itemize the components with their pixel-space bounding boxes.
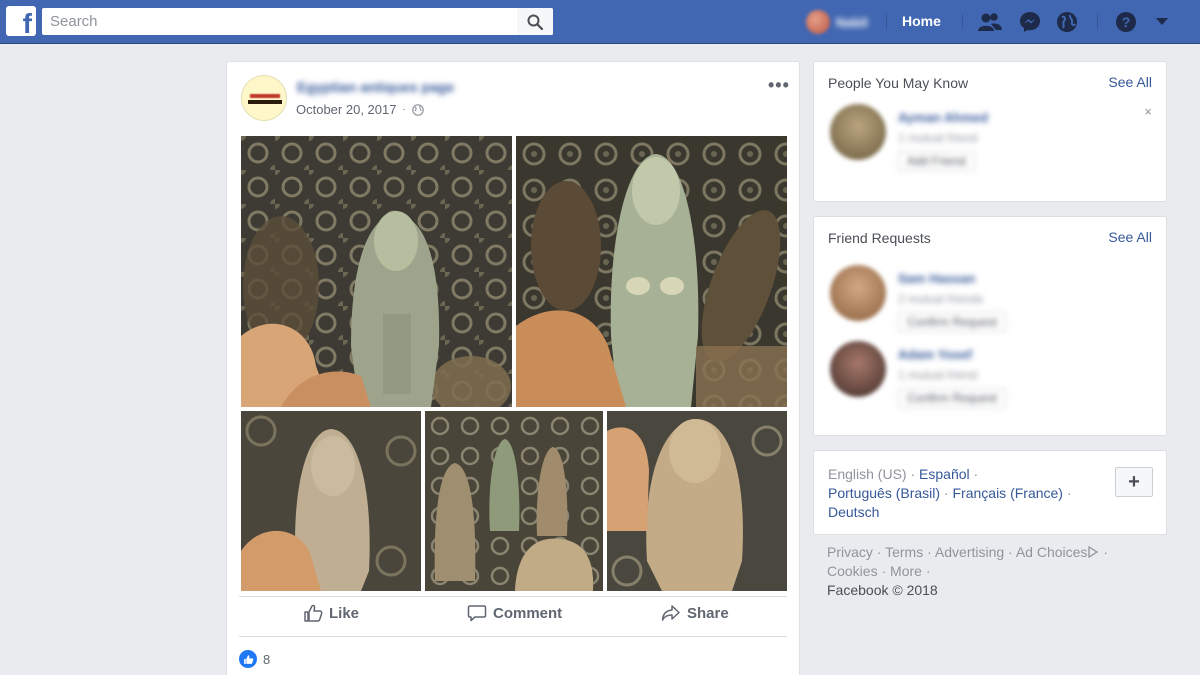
messenger-icon[interactable] — [1018, 10, 1042, 34]
reaction-count: 8 — [263, 651, 271, 667]
search-box — [42, 8, 553, 35]
post-photo-1[interactable] — [241, 136, 512, 407]
actions-bottom-divider — [239, 636, 787, 637]
friend-request-item: Sam Hassan 2 mutual friends Confirm Requ… — [830, 265, 1007, 332]
post-photo-3[interactable] — [241, 411, 421, 591]
search-button[interactable] — [517, 8, 553, 35]
more-languages-button[interactable]: + — [1115, 467, 1153, 497]
share-label: Share — [687, 604, 729, 622]
language-list: English (US) · Español · Português (Bras… — [828, 466, 1072, 520]
help-icon[interactable]: ? — [1114, 10, 1138, 34]
globe-privacy-icon — [412, 103, 424, 116]
see-all-link[interactable]: See All — [1108, 229, 1152, 245]
home-link[interactable]: Home — [902, 13, 941, 29]
comment-bubble-icon — [467, 605, 487, 622]
like-reaction-icon — [239, 650, 257, 668]
facebook-logo[interactable]: f — [6, 6, 36, 36]
avatar[interactable] — [830, 341, 886, 397]
people-you-may-know-card: People You May Know See All × Ayman Ahme… — [813, 61, 1167, 202]
post-photo-5[interactable] — [607, 411, 787, 591]
footer-link-privacy[interactable]: Privacy — [827, 544, 873, 560]
search-input[interactable] — [42, 8, 517, 35]
post-options-button[interactable]: ••• — [768, 75, 790, 96]
account-menu-chevron-icon[interactable] — [1150, 10, 1174, 34]
person-name[interactable]: Sam Hassan — [898, 271, 1006, 286]
post-photo-4[interactable] — [425, 411, 603, 591]
footer-links: Privacy · Terms · Advertising · Ad Choic… — [827, 544, 1108, 598]
actions-top-divider — [239, 596, 787, 597]
language-link-fr[interactable]: Français (France) — [953, 485, 1063, 501]
thumbs-up-icon — [304, 604, 323, 622]
like-button[interactable]: Like — [303, 600, 359, 626]
language-selector-card: English (US) · Español · Português (Bras… — [813, 450, 1167, 535]
friend-requests-card: Friend Requests See All Sam Hassan 2 mut… — [813, 216, 1167, 436]
footer-link-advertising[interactable]: Advertising — [935, 544, 1004, 560]
card-title: Friend Requests — [828, 230, 931, 246]
confirm-request-button[interactable]: Confirm Request — [898, 312, 1007, 332]
post-photo-2[interactable] — [516, 136, 787, 407]
language-link-de[interactable]: Deutsch — [828, 504, 879, 520]
profile-name: Nabil — [836, 14, 868, 30]
friend-request-item: Adam Yosef 1 mutual friend Confirm Reque… — [830, 341, 1007, 408]
share-arrow-icon — [661, 605, 680, 621]
avatar[interactable] — [830, 265, 886, 321]
post-date-text: October 20, 2017 — [296, 102, 397, 117]
footer-link-cookies[interactable]: Cookies — [827, 563, 878, 579]
comment-label: Comment — [493, 604, 563, 622]
profile-link[interactable]: Nabil — [806, 9, 868, 35]
card-title: People You May Know — [828, 75, 969, 91]
suggested-person: Ayman Ahmed 1 mutual friend Add Friend — [830, 104, 988, 171]
mutual-friends: 1 mutual friend — [898, 131, 978, 145]
person-name[interactable]: Ayman Ahmed — [898, 110, 988, 125]
friend-requests-icon[interactable] — [978, 10, 1002, 34]
footer-link-ad-choices[interactable]: Ad Choices — [1016, 544, 1088, 560]
see-all-link[interactable]: See All — [1108, 74, 1152, 90]
like-label: Like — [329, 604, 360, 622]
person-name[interactable]: Adam Yosef — [898, 347, 1006, 362]
page-name-link[interactable]: Egyptian antiques page — [297, 79, 454, 95]
search-icon — [527, 14, 543, 30]
ad-choices-icon — [1088, 545, 1099, 559]
mutual-friends: 2 mutual friends — [898, 292, 984, 306]
news-feed-post: Egyptian antiques page October 20, 2017 … — [226, 61, 800, 675]
svg-text:?: ? — [1122, 14, 1131, 30]
footer-link-more[interactable]: More — [890, 563, 922, 579]
comment-button[interactable]: Comment — [467, 600, 562, 626]
nav-divider — [886, 14, 887, 30]
reactions-summary[interactable]: 8 — [239, 650, 270, 668]
avatar[interactable] — [830, 104, 886, 160]
mutual-friends: 1 mutual friend — [898, 368, 978, 382]
current-language: English (US) — [828, 466, 907, 482]
nav-divider — [962, 14, 963, 30]
globe-notifications-icon[interactable] — [1055, 10, 1079, 34]
confirm-request-button[interactable]: Confirm Request — [898, 388, 1007, 408]
post-timestamp[interactable]: October 20, 2017 · — [296, 102, 424, 117]
footer-link-terms[interactable]: Terms — [885, 544, 923, 560]
add-friend-button[interactable]: Add Friend — [898, 151, 975, 171]
nav-divider — [1097, 14, 1098, 30]
copyright-text: Facebook © 2018 — [827, 582, 938, 598]
page-avatar[interactable] — [241, 75, 287, 121]
close-icon[interactable]: × — [1144, 104, 1152, 119]
language-link-pt-br[interactable]: Português (Brasil) — [828, 485, 940, 501]
top-navigation-bar: f Nabil Home — [0, 0, 1200, 44]
language-link-es[interactable]: Español — [919, 466, 970, 482]
share-button[interactable]: Share — [661, 600, 729, 626]
avatar — [806, 10, 830, 34]
